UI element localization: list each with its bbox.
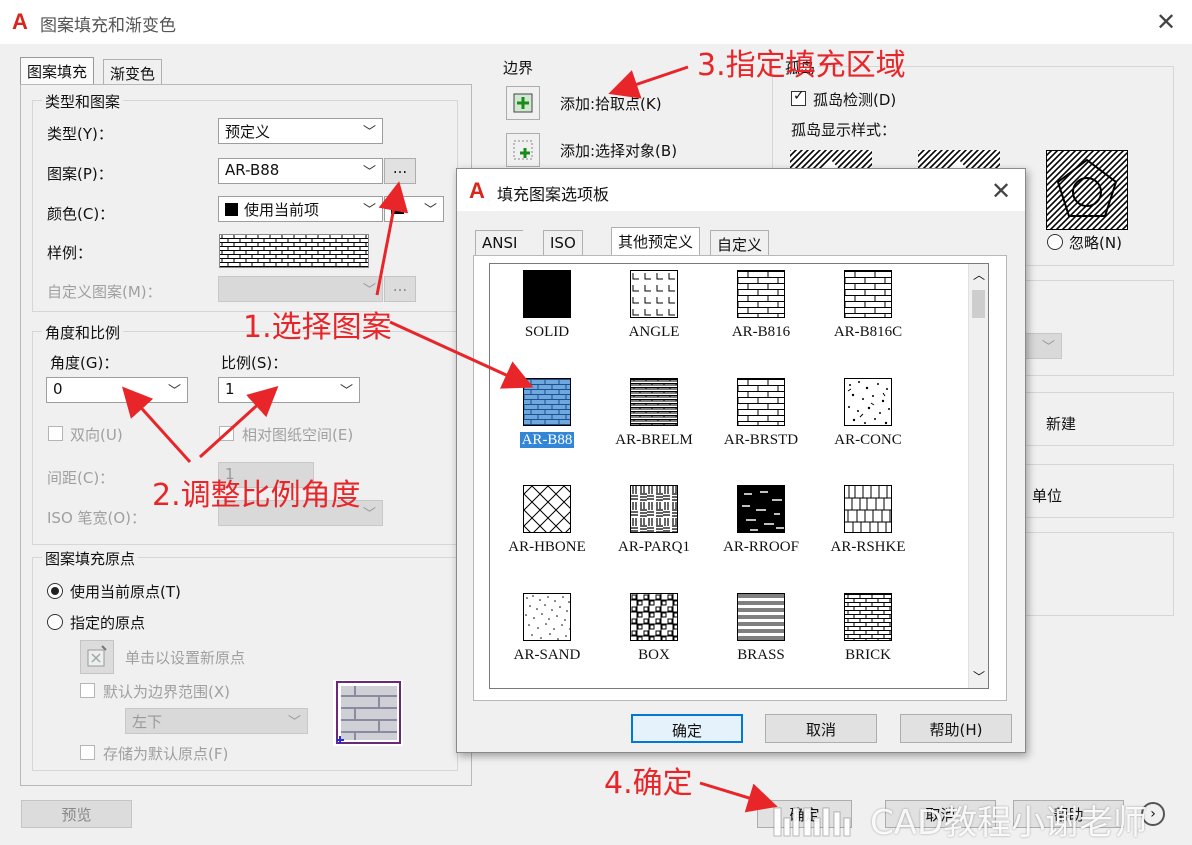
annotation-adjust-scale-angle: 2.调整比例角度 [152, 478, 361, 513]
annotation-select-pattern: 1.选择图案 [243, 310, 392, 345]
arrow-to-ar-b88 [389, 320, 534, 389]
arrow-to-angle [121, 386, 192, 464]
bilibili-logo-icon [773, 807, 851, 837]
arrow-to-ok [699, 781, 778, 813]
watermark: CAD教程小谢老师 [770, 795, 1192, 845]
arrow-to-pattern-browse [375, 181, 409, 296]
arrow-to-pick-point [608, 65, 689, 99]
annotation-confirm: 4.确定 [604, 766, 693, 801]
arrow-to-scale [198, 385, 279, 459]
annotation-arrows [121, 65, 778, 813]
annotation-specify-area: 3.指定填充区域 [697, 48, 906, 83]
